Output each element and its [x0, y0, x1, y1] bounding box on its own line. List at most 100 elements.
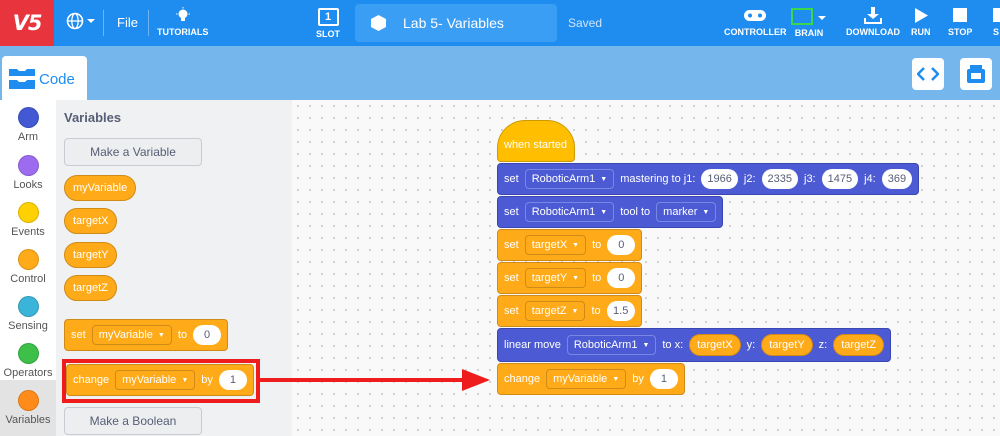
variables-category-icon: [17, 390, 39, 411]
j2-input[interactable]: 2335: [761, 169, 798, 189]
value-input[interactable]: 0: [607, 268, 636, 288]
arm-category-icon: [17, 107, 39, 128]
set-targetx-block[interactable]: set targetX ▼ to 0: [497, 229, 643, 261]
set-targetz-block[interactable]: set targetZ ▼ to 1.5: [497, 295, 642, 327]
stop-icon: [953, 8, 968, 22]
dropdown-value: RoboticArm1: [531, 206, 596, 218]
variable-reporter-myvariable[interactable]: myVariable: [64, 175, 137, 201]
variable-dropdown[interactable]: targetZ ▼: [524, 301, 586, 321]
value-input[interactable]: 0: [607, 235, 636, 255]
category-looks[interactable]: Looks: [0, 155, 56, 191]
download-button[interactable]: DOWNLOAD: [846, 0, 900, 37]
code-blocks-icon: [9, 69, 35, 89]
palette-title: Variables: [64, 110, 122, 125]
controller-icon: [744, 10, 767, 21]
device-dropdown[interactable]: RoboticArm1 ▼: [524, 169, 615, 189]
dropdown-value: myVariable: [98, 329, 153, 341]
dropdown-value: marker: [663, 206, 698, 218]
block-text: j4:: [864, 173, 876, 185]
globe-icon: [66, 12, 84, 30]
category-arm[interactable]: Arm: [0, 107, 56, 143]
code-view-button[interactable]: [912, 58, 944, 90]
set-variable-block[interactable]: set myVariable ▼ to 0: [64, 319, 229, 351]
variable-dropdown[interactable]: targetX ▼: [524, 235, 587, 255]
tutorials-label: TUTORIALS: [157, 27, 209, 37]
category-sensing[interactable]: Sensing: [0, 296, 56, 332]
control-category-icon: [17, 249, 39, 270]
when-started-block[interactable]: when started: [497, 120, 575, 162]
block-keyword: change: [504, 373, 541, 385]
category-label: Looks: [13, 179, 43, 191]
device-dropdown[interactable]: RoboticArm1 ▼: [566, 335, 657, 355]
device-dropdown[interactable]: RoboticArm1 ▼: [524, 202, 615, 222]
category-variables[interactable]: Variables: [0, 390, 56, 426]
arrow-icon: [256, 369, 490, 391]
lightbulb-icon: [175, 7, 190, 21]
share-button[interactable]: S: [992, 0, 1000, 37]
block-text: to: [592, 272, 602, 284]
j4-input[interactable]: 369: [881, 169, 913, 189]
tab-code-label: Code: [39, 71, 75, 88]
j1-input[interactable]: 1966: [701, 169, 738, 189]
stop-button[interactable]: STOP: [948, 0, 972, 37]
chevron-down-icon: [818, 16, 826, 20]
project-name-field[interactable]: Lab 5- Variables: [355, 4, 557, 42]
block-text: to: [177, 329, 188, 341]
category-label: Control: [10, 273, 46, 285]
slot-button[interactable]: 1 SLOT: [316, 0, 340, 39]
caret-down-icon: ▼: [572, 274, 580, 282]
targetz-reporter[interactable]: targetZ: [833, 334, 885, 356]
targetx-reporter[interactable]: targetX: [689, 334, 741, 356]
make-boolean-button[interactable]: Make a Boolean: [64, 407, 202, 435]
linear-move-block[interactable]: linear move RoboticArm1 ▼ to x: targetX y…: [497, 328, 892, 362]
block-keyword: when started: [504, 139, 567, 151]
variable-dropdown[interactable]: myVariable ▼: [91, 325, 172, 345]
dropdown-value: targetZ: [531, 305, 567, 317]
set-tool-block[interactable]: set RoboticArm1 ▼ tool to marker ▼: [497, 196, 724, 228]
block-text: mastering to j1:: [620, 173, 696, 185]
block-keyword: set: [504, 173, 519, 185]
category-label: Sensing: [8, 320, 48, 332]
category-control[interactable]: Control: [0, 249, 56, 285]
devices-button[interactable]: [960, 58, 992, 90]
caret-down-icon: ▼: [157, 331, 165, 339]
targety-reporter[interactable]: targetY: [761, 334, 813, 356]
category-label: Variables: [5, 414, 51, 426]
run-button[interactable]: RUN: [911, 0, 931, 37]
variable-reporter-targetx[interactable]: targetX: [64, 208, 118, 234]
make-variable-button[interactable]: Make a Variable: [64, 138, 202, 166]
brain-button[interactable]: BRAIN: [791, 0, 827, 38]
category-label: Events: [11, 226, 45, 238]
category-operators[interactable]: Operators: [0, 343, 56, 379]
value-input[interactable]: 1: [649, 369, 678, 389]
tab-code[interactable]: Code: [2, 56, 87, 102]
block-keyword: set: [504, 206, 519, 218]
variable-reporter-targetz[interactable]: targetZ: [64, 275, 117, 301]
variable-dropdown[interactable]: targetY ▼: [524, 268, 587, 288]
run-icon: [914, 8, 928, 23]
change-variable-block[interactable]: change myVariable ▼ by 1: [497, 363, 685, 395]
variable-reporter-targety[interactable]: targetY: [64, 242, 118, 268]
caret-down-icon: ▼: [702, 208, 710, 216]
v5-logo: V5: [0, 0, 54, 46]
caret-down-icon: ▼: [600, 208, 608, 216]
dropdown-value: RoboticArm1: [573, 339, 638, 351]
file-menu[interactable]: File: [117, 15, 138, 30]
block-text: to x:: [662, 339, 684, 351]
tool-dropdown[interactable]: marker ▼: [656, 202, 717, 222]
tutorials-button[interactable]: TUTORIALS: [157, 0, 208, 37]
divider: [103, 10, 104, 36]
project-name: Lab 5- Variables: [403, 15, 504, 31]
value-input[interactable]: 0: [193, 325, 222, 345]
category-events[interactable]: Events: [0, 202, 56, 238]
j3-input[interactable]: 1475: [821, 169, 859, 189]
dropdown-value: targetX: [531, 239, 568, 251]
set-targety-block[interactable]: set targetY ▼ to 0: [497, 262, 643, 294]
block-keyword: set: [71, 329, 86, 341]
variable-dropdown[interactable]: myVariable ▼: [546, 369, 627, 389]
block-text: tool to: [620, 206, 651, 218]
set-mastering-block[interactable]: set RoboticArm1 ▼ mastering to j1: 1966 j…: [497, 163, 920, 195]
controller-button[interactable]: CONTROLLER: [724, 0, 787, 37]
value-input[interactable]: 1.5: [606, 301, 635, 321]
language-menu[interactable]: [66, 12, 96, 30]
